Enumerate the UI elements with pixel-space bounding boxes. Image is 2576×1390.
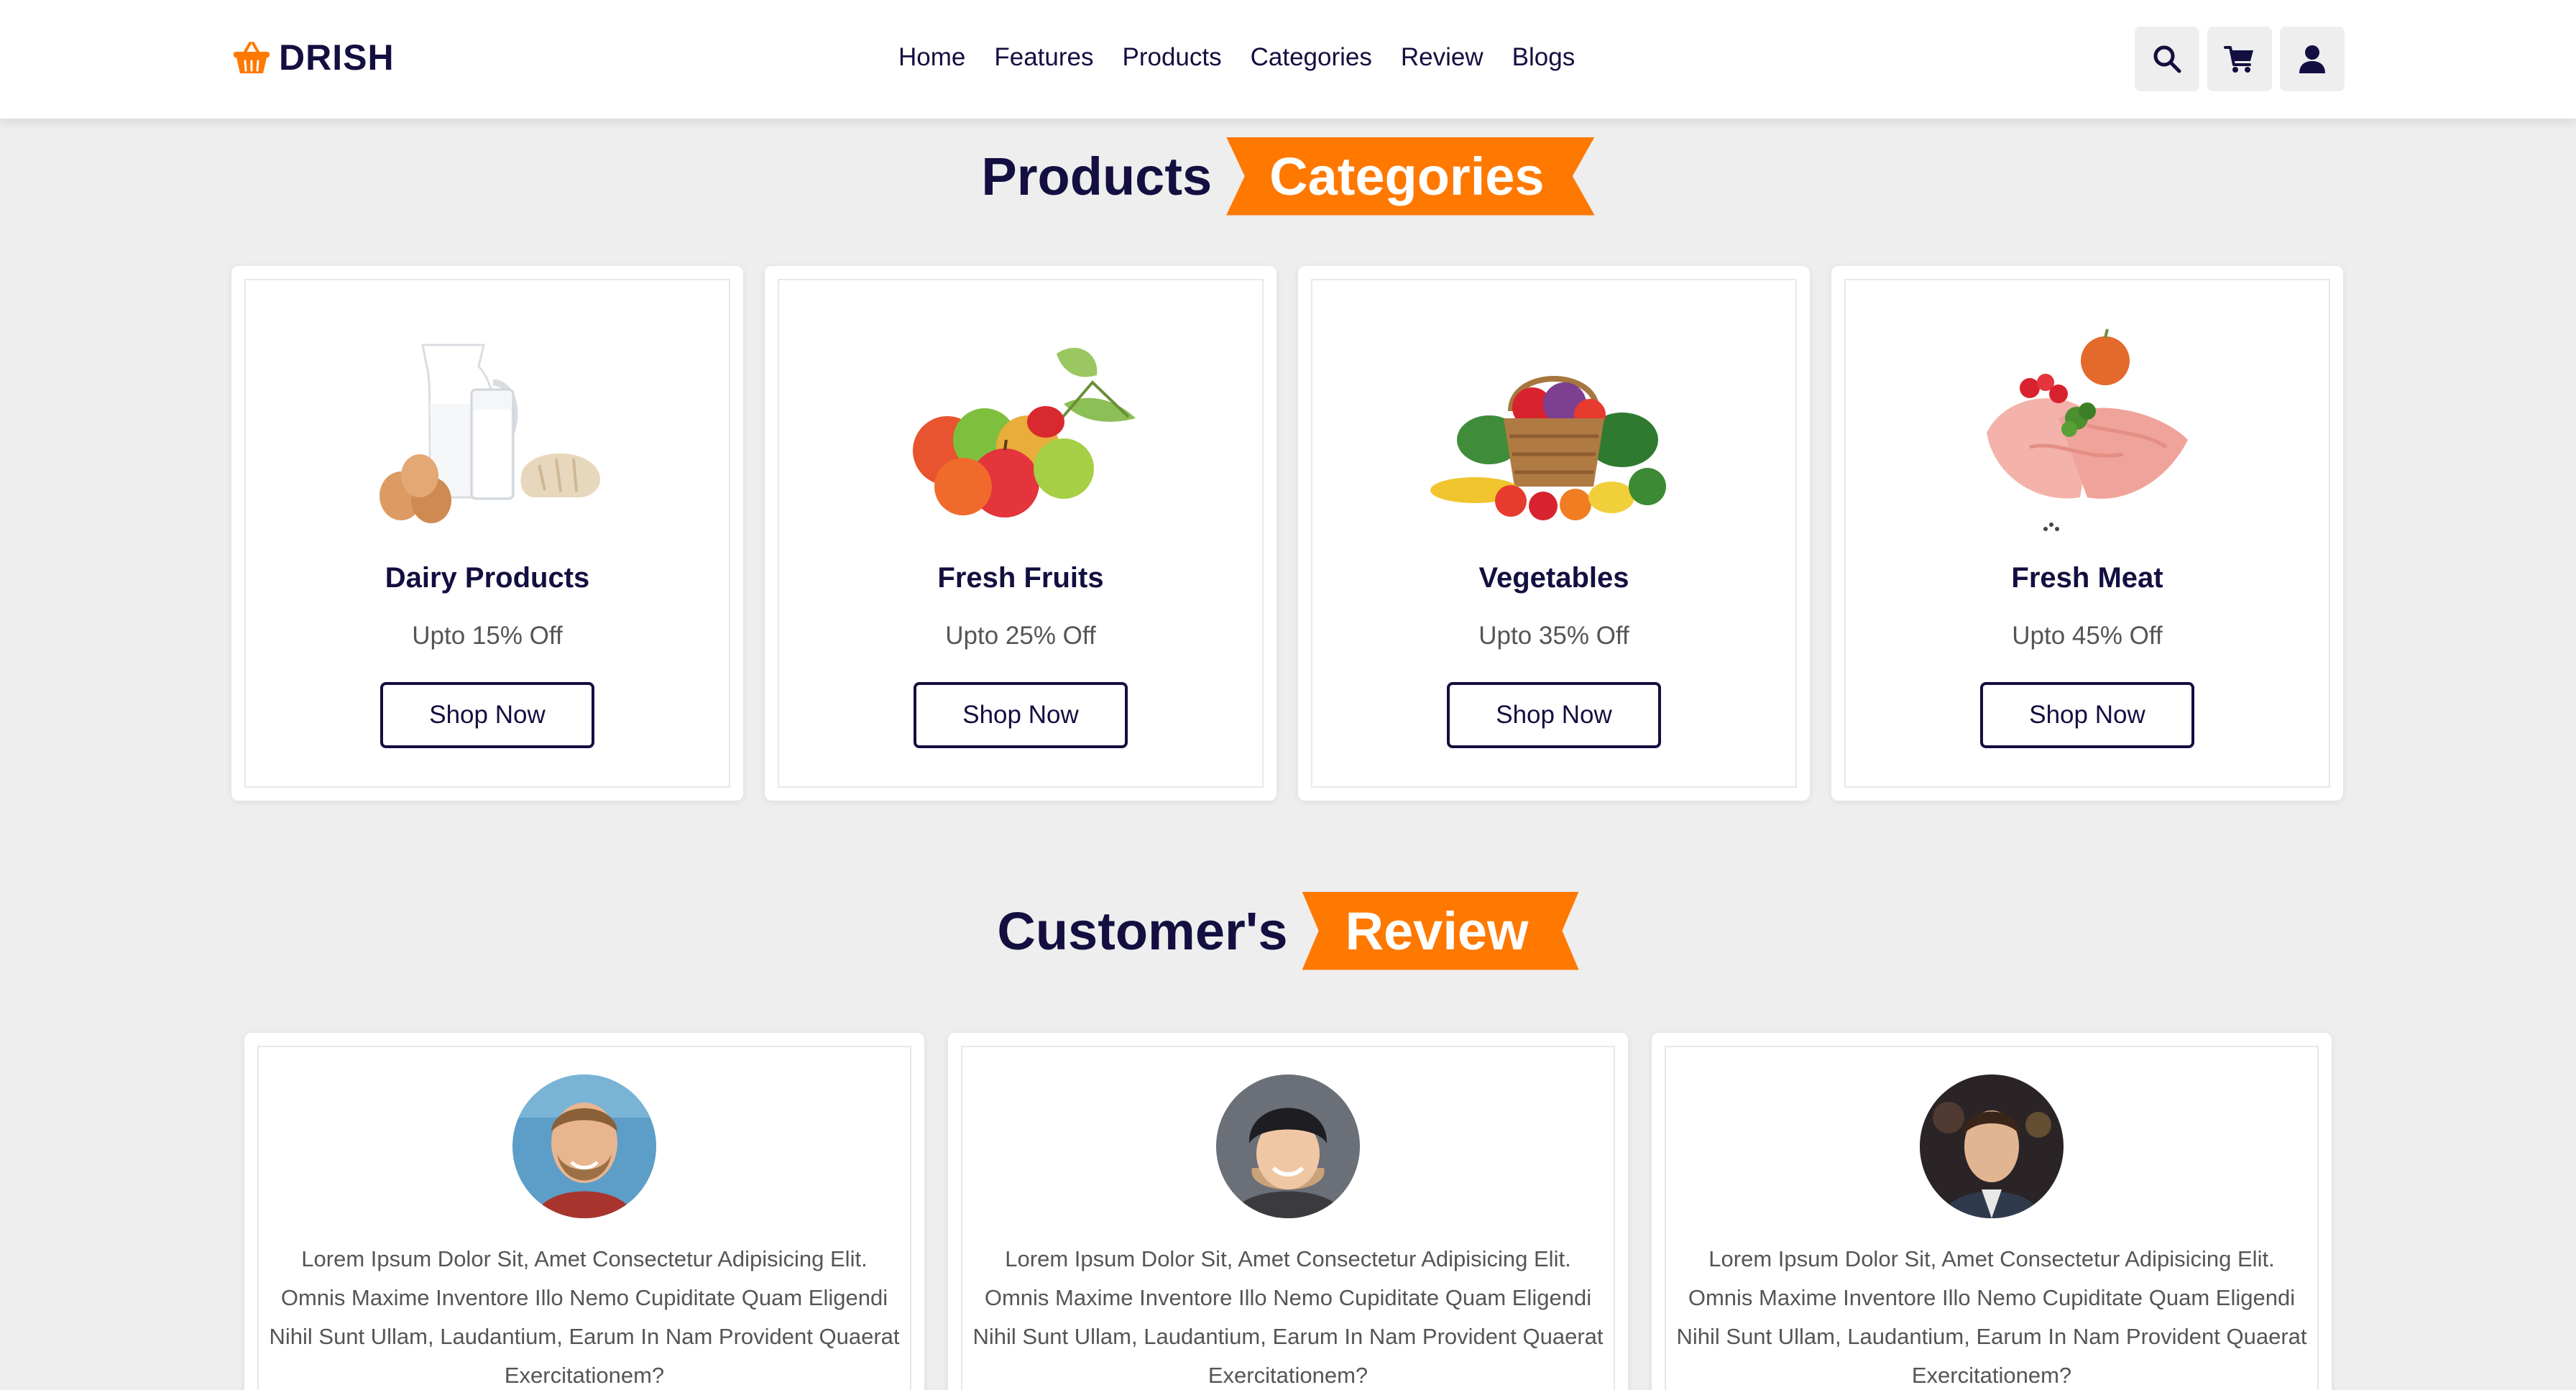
dairy-image — [380, 344, 601, 523]
search-icon — [2153, 45, 2181, 73]
customer-avatar-2 — [1216, 1074, 1360, 1218]
meat-image — [1987, 328, 2188, 531]
site-header: DRISH Home Features Products Categories … — [0, 0, 2576, 119]
category-title: Vegetables — [1478, 562, 1629, 594]
customer-avatar-3 — [1920, 1074, 2064, 1218]
category-card: Fresh Meat Upto 45% Off Shop Now — [1831, 266, 2343, 801]
category-card: Dairy Products Upto 15% Off Shop Now — [231, 266, 743, 801]
review-text: Lorem Ipsum Dolor Sit, Amet Consectetur … — [269, 1246, 900, 1388]
review-text: Lorem Ipsum Dolor Sit, Amet Consectetur … — [1676, 1246, 2307, 1388]
categories-heading-highlight: Categories — [1226, 137, 1595, 216]
category-title: Fresh Fruits — [937, 562, 1104, 594]
category-offer: Upto 25% Off — [945, 622, 1096, 650]
shop-now-button[interactable]: Shop Now — [914, 682, 1128, 748]
nav-features[interactable]: Features — [994, 43, 1093, 72]
categories-heading-dark: Products — [981, 146, 1213, 206]
user-button[interactable] — [2280, 27, 2345, 91]
cart-button[interactable] — [2207, 27, 2272, 91]
review-text: Lorem Ipsum Dolor Sit, Amet Consectetur … — [972, 1246, 1604, 1388]
brand-name: DRISH — [279, 37, 395, 78]
vegetables-image — [1430, 376, 1666, 520]
header-icons — [2135, 27, 2345, 91]
category-offer: Upto 45% Off — [2012, 622, 2163, 650]
review-heading-highlight: Review — [1302, 891, 1579, 970]
category-offer: Upto 15% Off — [412, 622, 563, 650]
categories-heading: Products Categories — [0, 129, 2576, 223]
category-offer: Upto 35% Off — [1478, 622, 1629, 650]
category-card: Fresh Fruits Upto 25% Off Shop Now — [765, 266, 1276, 801]
category-card: Vegetables Upto 35% Off Shop Now — [1298, 266, 1810, 801]
reviews-grid: Lorem Ipsum Dolor Sit, Amet Consectetur … — [244, 1033, 2332, 1390]
category-title: Dairy Products — [385, 562, 590, 594]
nav-blogs[interactable]: Blogs — [1512, 43, 1576, 72]
fruits-image — [913, 347, 1136, 517]
review-card: Lorem Ipsum Dolor Sit, Amet Consectetur … — [244, 1033, 924, 1390]
nav-products[interactable]: Products — [1123, 43, 1222, 72]
customer-avatar — [512, 1074, 656, 1218]
main-nav: Home Features Products Categories Review… — [898, 37, 1575, 78]
brand-logo[interactable]: DRISH — [231, 34, 395, 80]
customer-avatar-1 — [512, 1074, 656, 1218]
customer-avatar — [1216, 1074, 1360, 1218]
user-icon — [2299, 45, 2325, 73]
categories-grid: Dairy Products Upto 15% Off Shop Now Fre… — [231, 266, 2345, 801]
review-heading: Customer's Review — [0, 884, 2576, 977]
search-button[interactable] — [2135, 27, 2199, 91]
basket-icon — [234, 42, 270, 73]
nav-home[interactable]: Home — [898, 43, 965, 72]
nav-review[interactable]: Review — [1401, 43, 1484, 72]
shop-now-button[interactable]: Shop Now — [380, 682, 594, 748]
customer-avatar — [1920, 1074, 2064, 1218]
nav-categories[interactable]: Categories — [1251, 43, 1372, 72]
category-title: Fresh Meat — [2011, 562, 2163, 594]
review-heading-dark: Customer's — [997, 901, 1288, 961]
shop-now-button[interactable]: Shop Now — [1447, 682, 1661, 748]
cart-icon — [2224, 46, 2253, 73]
shop-now-button[interactable]: Shop Now — [1980, 682, 2194, 748]
review-card: Lorem Ipsum Dolor Sit, Amet Consectetur … — [1652, 1033, 2332, 1390]
review-card: Lorem Ipsum Dolor Sit, Amet Consectetur … — [948, 1033, 1628, 1390]
